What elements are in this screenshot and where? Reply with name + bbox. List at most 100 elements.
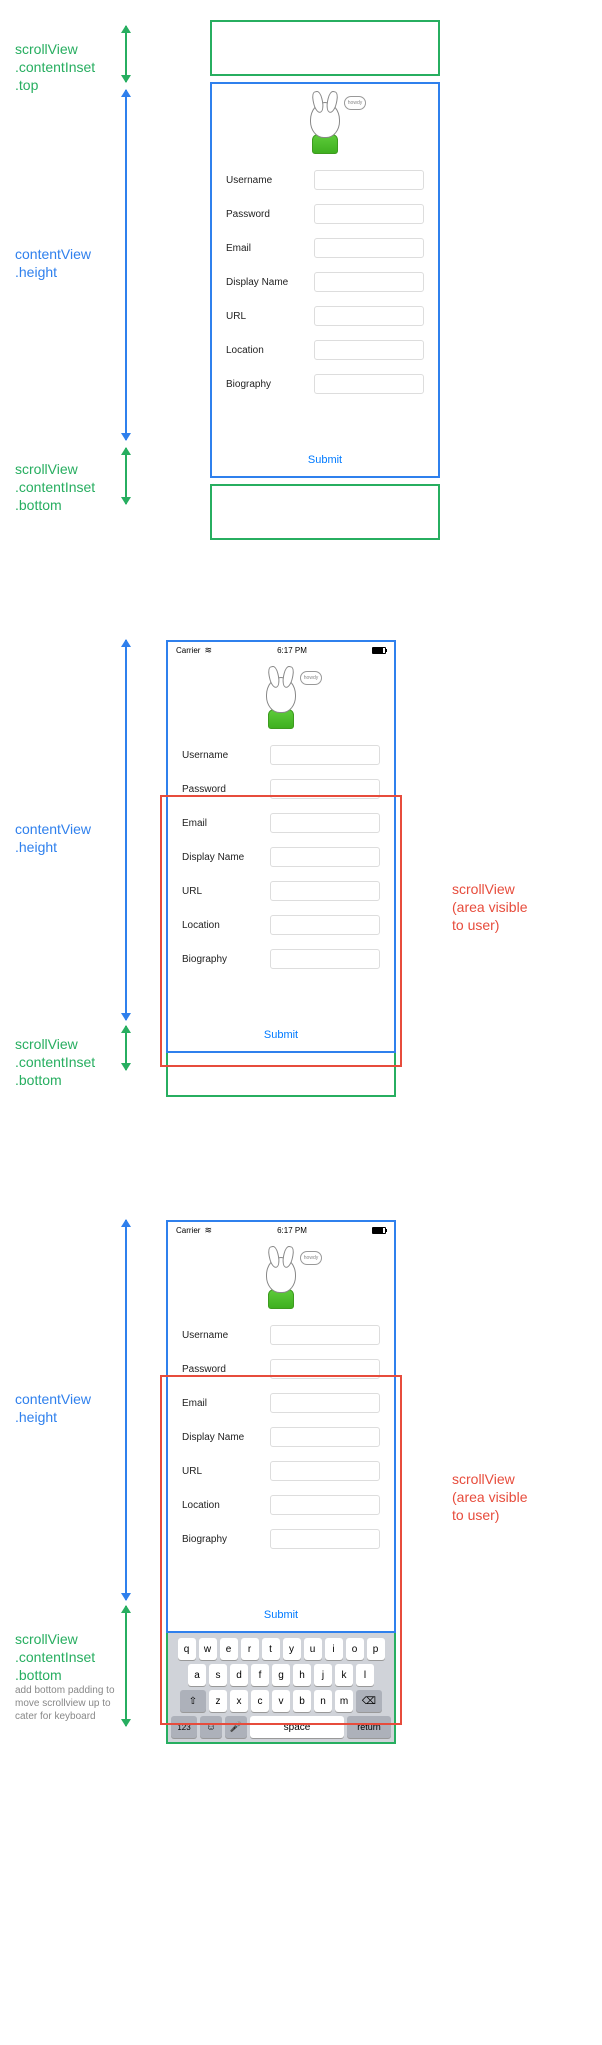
key-shift[interactable]: ⇧ xyxy=(180,1690,206,1712)
wifi-icon xyxy=(204,1225,212,1236)
keyboard-row-3: ⇧ z x c v b n m ⌫ xyxy=(171,1690,391,1712)
key-u[interactable]: u xyxy=(304,1638,322,1660)
url-input[interactable] xyxy=(270,1461,380,1481)
carrier-text: Carrier xyxy=(176,1226,200,1235)
status-time: 6:17 PM xyxy=(277,646,307,655)
field-label: Username xyxy=(226,175,306,186)
form-row-username: Username xyxy=(168,741,394,769)
field-label: Location xyxy=(226,345,306,356)
key-backspace[interactable]: ⌫ xyxy=(356,1690,382,1712)
label-content-height: contentView .height xyxy=(15,1390,91,1426)
key-p[interactable]: p xyxy=(367,1638,385,1660)
url-input[interactable] xyxy=(314,306,424,326)
avatar-container: howdy xyxy=(212,84,438,166)
submit-button[interactable]: Submit xyxy=(264,1029,298,1041)
speech-bubble-icon: howdy xyxy=(300,671,322,685)
status-bar: Carrier 6:17 PM xyxy=(168,642,394,659)
arrow-inset-bottom xyxy=(125,1026,127,1070)
key-t[interactable]: t xyxy=(262,1638,280,1660)
form-row-email: Email xyxy=(168,809,394,837)
password-input[interactable] xyxy=(270,779,380,799)
key-r[interactable]: r xyxy=(241,1638,259,1660)
biography-input[interactable] xyxy=(270,949,380,969)
key-h[interactable]: h xyxy=(293,1664,311,1686)
email-input[interactable] xyxy=(270,813,380,833)
location-input[interactable] xyxy=(270,1495,380,1515)
form-row-password: Password xyxy=(212,200,438,228)
key-e[interactable]: e xyxy=(220,1638,238,1660)
key-y[interactable]: y xyxy=(283,1638,301,1660)
inset-bottom-note: add bottom padding to move scrollview up… xyxy=(15,1684,125,1723)
password-input[interactable] xyxy=(314,204,424,224)
display-name-input[interactable] xyxy=(314,272,424,292)
biography-input[interactable] xyxy=(270,1529,380,1549)
username-input[interactable] xyxy=(270,745,380,765)
email-input[interactable] xyxy=(314,238,424,258)
field-label: Location xyxy=(182,920,262,931)
submit-button[interactable]: Submit xyxy=(308,454,342,466)
location-input[interactable] xyxy=(270,915,380,935)
display-name-input[interactable] xyxy=(270,847,380,867)
key-m[interactable]: m xyxy=(335,1690,353,1712)
arrow-inset-bottom xyxy=(125,1606,127,1726)
key-l[interactable]: l xyxy=(356,1664,374,1686)
inset-bottom-box xyxy=(166,1053,396,1097)
arrow-inset-bottom xyxy=(125,448,127,504)
form-row-display: Display Name xyxy=(212,268,438,296)
key-w[interactable]: w xyxy=(199,1638,217,1660)
key-g[interactable]: g xyxy=(272,1664,290,1686)
key-n[interactable]: n xyxy=(314,1690,332,1712)
key-b[interactable]: b xyxy=(293,1690,311,1712)
key-x[interactable]: x xyxy=(230,1690,248,1712)
key-j[interactable]: j xyxy=(314,1664,332,1686)
phone-mock: Carrier 6:17 PM howdy Username Password … xyxy=(166,640,602,1097)
content-view: Carrier 6:17 PM howdy Username Password … xyxy=(166,1220,396,1633)
field-label: Display Name xyxy=(182,852,262,863)
field-label: URL xyxy=(226,311,306,322)
key-mic-icon[interactable]: 🎤 xyxy=(225,1716,247,1738)
carrier-text: Carrier xyxy=(176,646,200,655)
field-label: URL xyxy=(182,1466,262,1477)
key-d[interactable]: d xyxy=(230,1664,248,1686)
display-name-input[interactable] xyxy=(270,1427,380,1447)
battery-icon xyxy=(372,1227,386,1234)
key-123[interactable]: 123 xyxy=(171,1716,197,1738)
battery-icon xyxy=(372,647,386,654)
arrow-content-height xyxy=(125,1220,127,1600)
username-input[interactable] xyxy=(270,1325,380,1345)
key-a[interactable]: a xyxy=(188,1664,206,1686)
key-q[interactable]: q xyxy=(178,1638,196,1660)
field-label: Password xyxy=(182,784,262,795)
key-return[interactable]: return xyxy=(347,1716,391,1738)
field-label: Email xyxy=(226,243,306,254)
field-label: Email xyxy=(182,1398,262,1409)
form-row-username: Username xyxy=(168,1321,394,1349)
location-input[interactable] xyxy=(314,340,424,360)
key-s[interactable]: s xyxy=(209,1664,227,1686)
key-f[interactable]: f xyxy=(251,1664,269,1686)
key-i[interactable]: i xyxy=(325,1638,343,1660)
key-emoji-icon[interactable]: ☺ xyxy=(200,1716,222,1738)
field-label: Password xyxy=(182,1364,262,1375)
email-input[interactable] xyxy=(270,1393,380,1413)
submit-button[interactable]: Submit xyxy=(264,1609,298,1621)
inset-top-box xyxy=(210,20,440,76)
form-row-location: Location xyxy=(212,336,438,364)
key-space[interactable]: space xyxy=(250,1716,344,1738)
biography-input[interactable] xyxy=(314,374,424,394)
label-inset-bottom: scrollView .contentInset .bottom xyxy=(15,1035,95,1090)
content-view: howdy Username Password Email Display Na… xyxy=(210,82,440,478)
status-bar: Carrier 6:17 PM xyxy=(168,1222,394,1239)
key-o[interactable]: o xyxy=(346,1638,364,1660)
password-input[interactable] xyxy=(270,1359,380,1379)
key-k[interactable]: k xyxy=(335,1664,353,1686)
key-z[interactable]: z xyxy=(209,1690,227,1712)
form-row-display: Display Name xyxy=(168,843,394,871)
username-input[interactable] xyxy=(314,170,424,190)
label-content-height: contentView .height xyxy=(15,820,91,856)
url-input[interactable] xyxy=(270,881,380,901)
field-label: Display Name xyxy=(182,1432,262,1443)
key-v[interactable]: v xyxy=(272,1690,290,1712)
content-view: Carrier 6:17 PM howdy Username Password … xyxy=(166,640,396,1053)
key-c[interactable]: c xyxy=(251,1690,269,1712)
